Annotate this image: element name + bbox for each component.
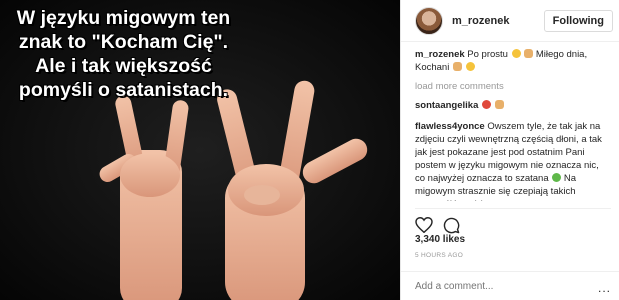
list-item: flawless4yonce Owszem tyle, że tak jak n… [415, 120, 611, 201]
sick-face-emoji-icon [552, 173, 562, 182]
kiss-emoji-icon [465, 62, 475, 71]
list-item: sontaangelika [415, 99, 611, 112]
heart-icon[interactable] [415, 217, 433, 233]
image-caption: W języku migowym ten znak to "Kocham Cię… [16, 7, 231, 101]
more-options-icon[interactable]: ... [598, 281, 611, 295]
heart-eyes-emoji-icon [482, 100, 491, 109]
load-more-comments-link[interactable]: load more comments [415, 80, 611, 93]
thumbs-up-emoji-icon [524, 49, 534, 58]
avatar[interactable] [415, 6, 443, 35]
comment-username[interactable]: flawless4yonce [415, 121, 485, 132]
post-header: m_rozenek Following [401, 0, 619, 42]
following-button[interactable]: Following [543, 10, 613, 32]
comment-username[interactable]: sontaangelika [415, 100, 478, 111]
post-image[interactable]: W języku migowym ten znak to "Kocham Cię… [0, 0, 400, 300]
comment-input[interactable] [415, 280, 575, 292]
caption-comment: m_rozenek Po prostu Miłego dnia, Kochani [415, 48, 611, 74]
post-actions [415, 208, 611, 237]
post-timestamp: 5 HOURS AGO [415, 252, 464, 259]
add-comment-bar: ... [401, 271, 619, 300]
hand-emoji-icon [452, 62, 462, 71]
header-username[interactable]: m_rozenek [452, 15, 509, 27]
victory-hand-emoji-icon [494, 100, 504, 109]
comment-icon[interactable] [443, 217, 460, 234]
comment-text: Po prostu [467, 49, 508, 60]
comment-username[interactable]: m_rozenek [415, 49, 465, 60]
likes-count[interactable]: 3,340 likes [415, 234, 465, 245]
comments-list: m_rozenek Po prostu Miłego dnia, Kochani… [415, 48, 611, 201]
smile-emoji-icon [511, 49, 521, 58]
post-side-panel: m_rozenek Following m_rozenek Po prostu … [400, 0, 619, 300]
